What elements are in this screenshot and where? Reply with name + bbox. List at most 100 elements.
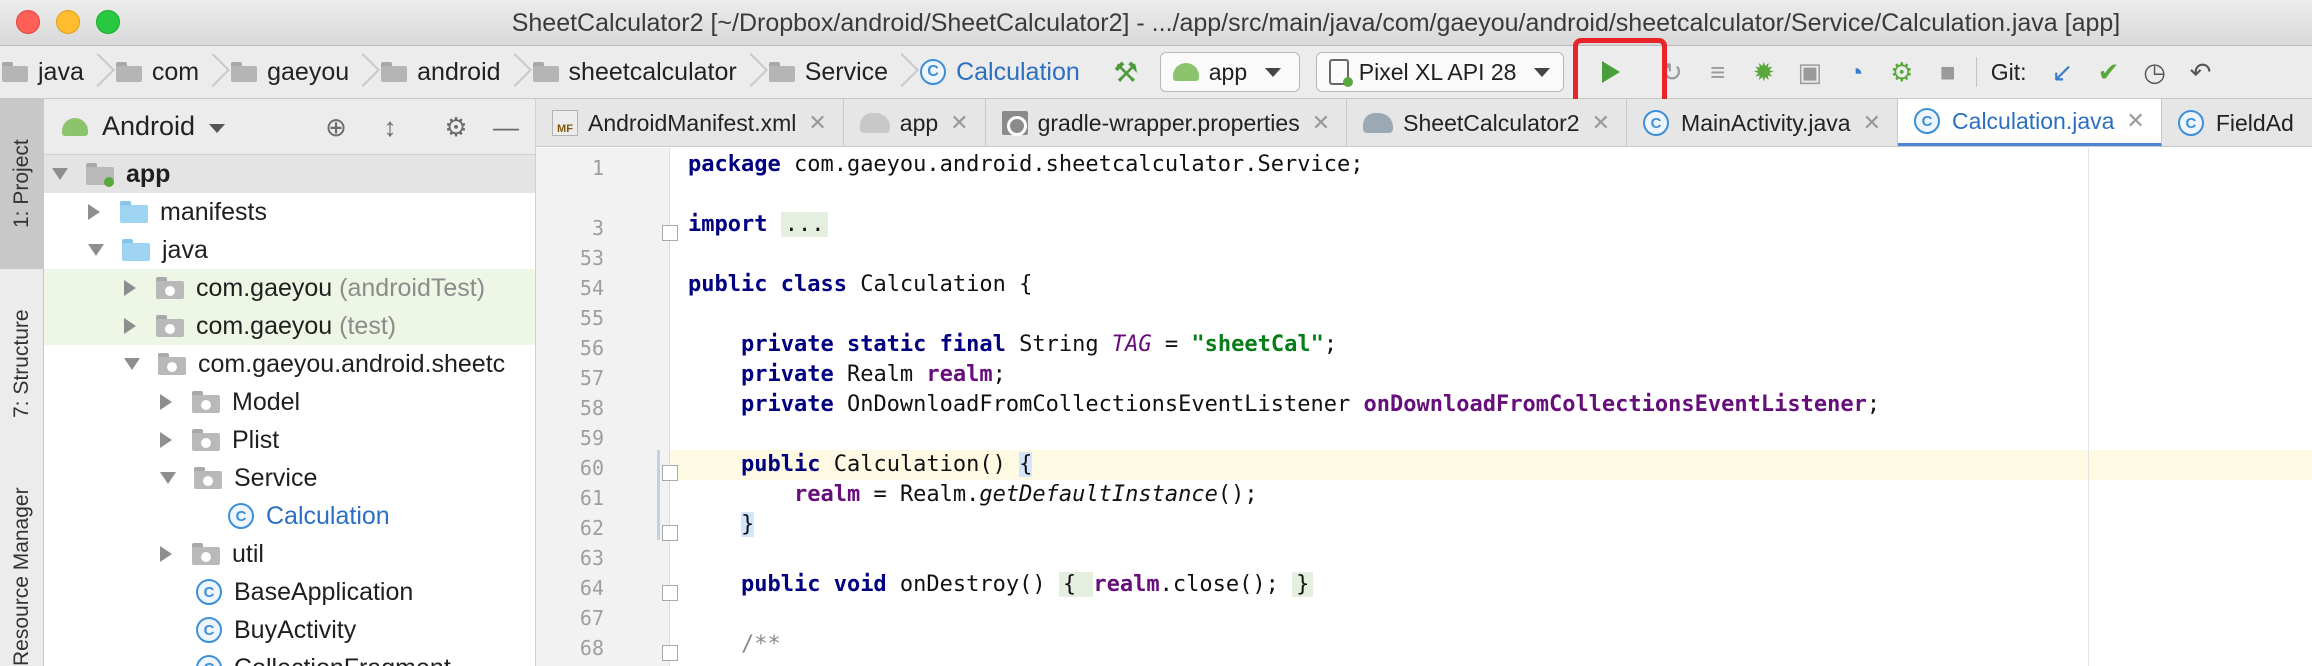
close-icon[interactable]: ✕ (1312, 110, 1330, 136)
gradle-icon (859, 113, 890, 133)
run-configuration-select[interactable]: app (1159, 52, 1300, 92)
tree-item-package-test[interactable]: com.gaeyou (test) (44, 307, 535, 345)
fold-toggle-icon[interactable] (662, 645, 678, 661)
tab-gradle-wrapper[interactable]: gradle-wrapper.properties ✕ (986, 99, 1348, 146)
folder-icon (532, 62, 559, 82)
tab-calculation[interactable]: C Calculation.java ✕ (1898, 99, 2162, 146)
tab-fieldad[interactable]: C FieldAd (2162, 99, 2310, 146)
tab-app-gradle[interactable]: app ✕ (844, 99, 986, 146)
device-select[interactable]: Pixel XL API 28 (1315, 52, 1564, 92)
git-history-clock-icon[interactable]: ◷ (2137, 54, 2173, 90)
tree-item-util[interactable]: util (44, 535, 535, 573)
line-number: 62 (579, 516, 604, 540)
tree-item-manifests[interactable]: manifests (44, 193, 535, 231)
main-toolbar: java com gaeyou android sheetcalculator … (0, 46, 2312, 99)
expand-arrow-icon[interactable] (160, 472, 176, 484)
git-commit-check-icon[interactable]: ✔ (2091, 54, 2127, 90)
fold-toggle-icon[interactable] (662, 465, 678, 481)
debug-bug-icon[interactable]: ✹ (1746, 54, 1782, 90)
toolbar-divider (1975, 57, 1977, 87)
fold-toggle-icon[interactable] (662, 225, 678, 241)
fold-toggle-icon[interactable] (662, 585, 678, 601)
package-icon (156, 315, 184, 337)
line-number: 53 (579, 246, 604, 270)
package-icon (192, 543, 220, 565)
expand-arrow-icon[interactable] (124, 358, 140, 370)
structure-tool-tab[interactable]: 7: Structure (0, 289, 44, 439)
collapse-arrow-icon[interactable] (160, 394, 172, 410)
breadcrumb-java[interactable]: java (2, 58, 84, 87)
collapse-arrow-icon[interactable] (160, 432, 172, 448)
class-icon: C (196, 655, 222, 666)
close-icon[interactable]: ✕ (808, 110, 826, 136)
breadcrumb-separator (205, 46, 219, 99)
git-rollback-undo-icon[interactable]: ↶ (2183, 54, 2219, 90)
collapse-arrow-icon[interactable] (88, 204, 100, 220)
breadcrumb-android[interactable]: android (381, 58, 501, 87)
tree-item-package-main[interactable]: com.gaeyou.android.sheetc (44, 345, 535, 383)
apply-code-changes-icon[interactable]: ≡ (1700, 54, 1736, 90)
tree-item-java[interactable]: java (44, 231, 535, 269)
attach-debugger-icon[interactable]: ⚙ (1884, 54, 1920, 90)
breadcrumb-gaeyou[interactable]: gaeyou (231, 58, 349, 87)
expand-arrow-icon[interactable] (88, 244, 104, 256)
tree-item-package-androidtest[interactable]: com.gaeyou (androidTest) (44, 269, 535, 307)
line-number: 63 (579, 546, 604, 570)
run-with-coverage-icon[interactable]: ▣ (1792, 54, 1828, 90)
make-project-hammer-icon[interactable]: ⚒ (1108, 52, 1144, 92)
android-icon (1172, 63, 1199, 81)
resource-manager-tool-tab[interactable]: Resource Manager (0, 479, 44, 666)
breadcrumb-separator (507, 46, 521, 99)
tab-mainactivity[interactable]: C MainActivity.java ✕ (1627, 99, 1899, 146)
close-icon[interactable]: ✕ (1863, 110, 1881, 136)
git-update-arrow-icon[interactable]: ↙ (2045, 54, 2081, 90)
tree-item-buyactivity[interactable]: C BuyActivity (44, 611, 535, 649)
breadcrumb-sheetcalculator[interactable]: sheetcalculator (532, 58, 737, 87)
expand-arrow-icon[interactable] (52, 168, 68, 180)
tree-item-plist[interactable]: Plist (44, 421, 535, 459)
breadcrumb-calculation[interactable]: C Calculation (920, 58, 1080, 87)
project-tree: app manifests java com.gaeyou (androidTe… (44, 155, 535, 666)
folded-imports[interactable]: ... (780, 212, 829, 237)
close-icon[interactable]: ✕ (950, 110, 968, 136)
project-tool-tab[interactable]: 1: Project (0, 99, 44, 269)
tree-item-service[interactable]: Service (44, 459, 535, 497)
collapse-arrow-icon[interactable] (124, 280, 136, 296)
collapse-arrow-icon[interactable] (124, 318, 136, 334)
collapse-all-icon[interactable]: ↕ (374, 111, 406, 143)
profile-gauge-icon[interactable]: ◔ (1838, 54, 1874, 90)
line-number: 56 (579, 336, 604, 360)
breadcrumb-com[interactable]: com (115, 58, 199, 87)
gear-icon[interactable]: ⚙ (440, 111, 472, 143)
tree-item-model[interactable]: Model (44, 383, 535, 421)
line-number: 68 (579, 636, 604, 660)
close-icon[interactable]: ✕ (1592, 110, 1610, 136)
project-view-select[interactable]: Android (102, 111, 195, 142)
tab-sheetcalculator2[interactable]: SheetCalculator2 ✕ (1347, 99, 1628, 146)
chevron-down-icon[interactable] (209, 124, 226, 133)
locate-target-icon[interactable]: ⊕ (320, 111, 352, 143)
minimize-panel-icon[interactable]: — (490, 111, 522, 143)
code-line-57: private Realm realm; (740, 362, 1006, 387)
collapse-arrow-icon[interactable] (160, 546, 172, 562)
code-editor[interactable]: 1 3 53 54 55 56 57 58 59 60 61 62 63 64 … (536, 148, 2312, 666)
tree-item-baseapplication[interactable]: C BaseApplication (44, 573, 535, 611)
code-line-1: package com.gaeyou.android.sheetcalculat… (688, 152, 1364, 177)
title-bar: SheetCalculator2 [~/Dropbox/android/Shee… (0, 0, 2312, 46)
tree-item-calculation[interactable]: C Calculation (44, 497, 535, 535)
class-icon: C (196, 579, 222, 605)
tree-item-app[interactable]: app (44, 155, 535, 193)
code-line-56: private static final String TAG = "sheet… (740, 332, 1338, 357)
code-line-62: } (740, 512, 755, 537)
breadcrumb-service[interactable]: Service (768, 58, 888, 87)
line-number: 67 (579, 606, 604, 630)
close-icon[interactable]: ✕ (2126, 108, 2144, 134)
stop-icon[interactable]: ■ (1930, 54, 1966, 90)
tab-androidmanifest[interactable]: MF AndroidManifest.xml ✕ (536, 99, 844, 146)
folder-icon (120, 201, 148, 223)
code-line-3: import ... (688, 210, 829, 240)
tree-item-collectionfragment[interactable]: C CollectionFragment (44, 649, 535, 666)
fold-toggle-icon[interactable] (662, 525, 678, 541)
package-icon (156, 277, 184, 299)
manifest-file-icon: MF (552, 110, 578, 136)
